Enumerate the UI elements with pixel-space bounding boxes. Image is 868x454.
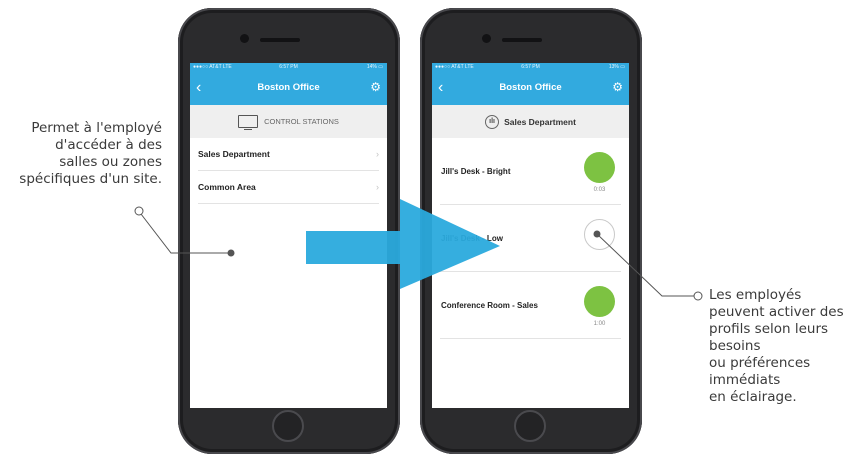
- callout-leader-lines: [134, 206, 703, 301]
